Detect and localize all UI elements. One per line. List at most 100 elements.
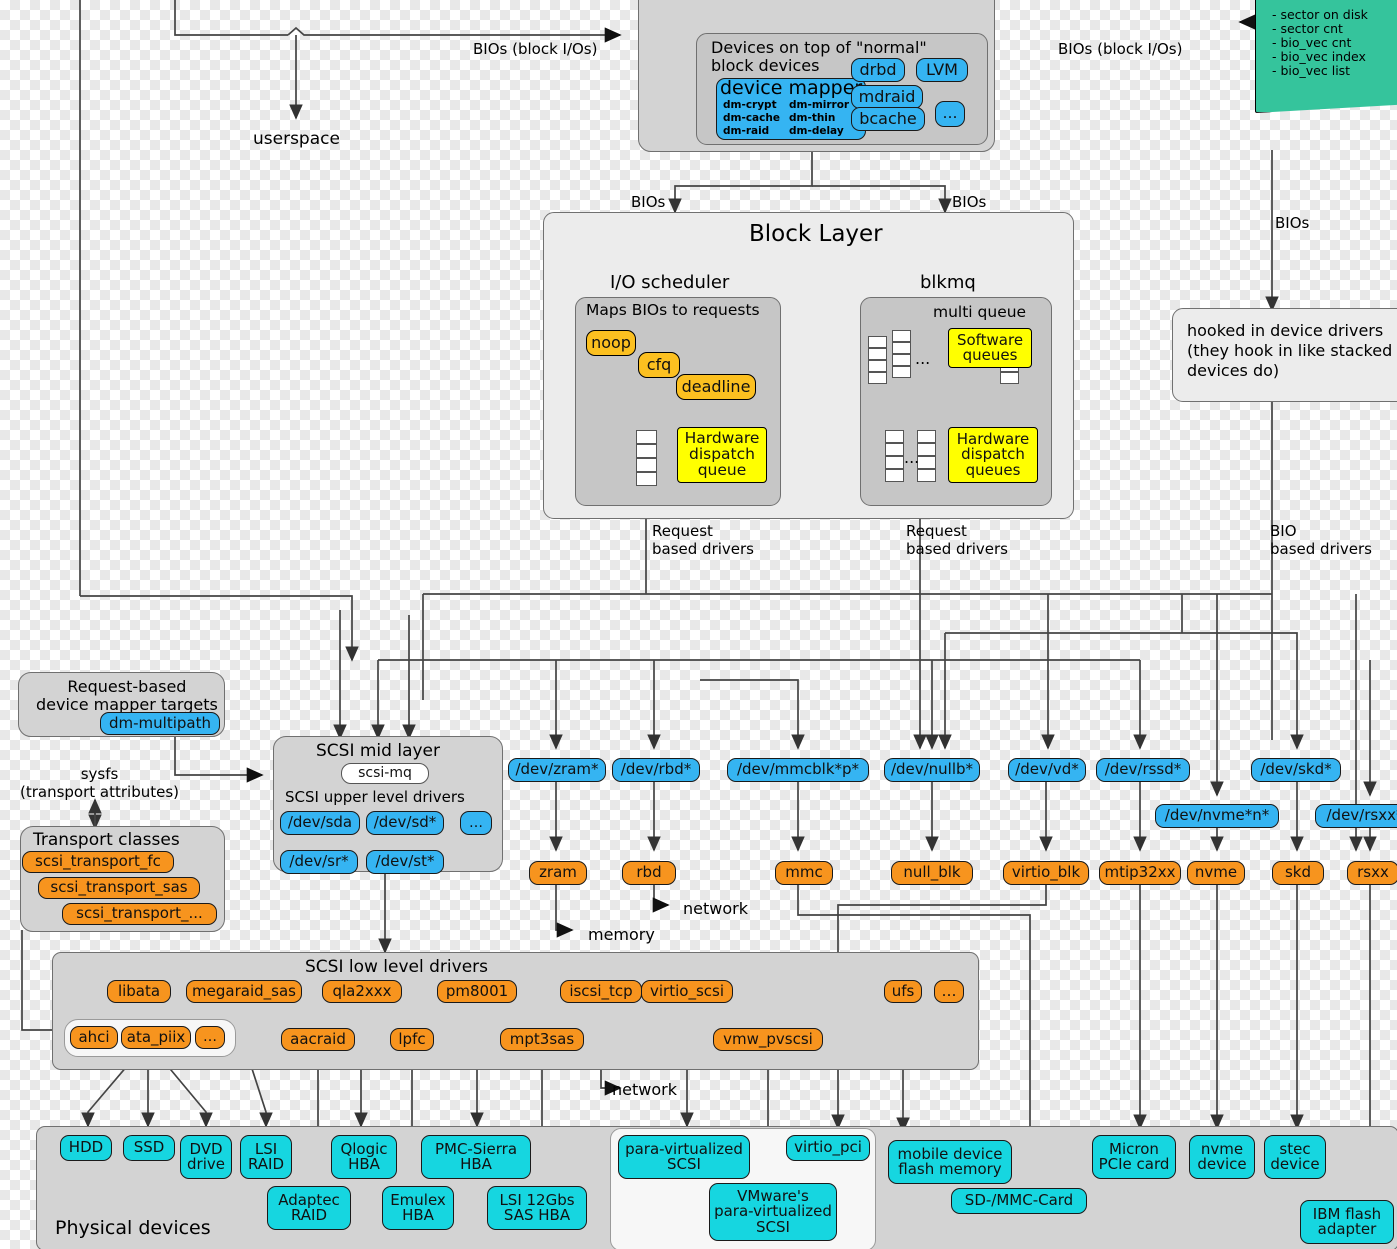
scsi-low-level-title: SCSI low level drivers <box>305 957 488 977</box>
sd-mmc-card-physical-device[interactable]: SD-/MMC-Card <box>951 1188 1087 1214</box>
rbd-driver-pill[interactable]: rbd <box>622 861 676 885</box>
network-label-1: network <box>683 899 748 918</box>
iscsi-tcp-driver-pill[interactable]: iscsi_tcp <box>560 980 642 1003</box>
zram-driver-pill[interactable]: zram <box>529 861 587 885</box>
qlogic-hba-physical-device[interactable]: Qlogic HBA <box>331 1135 397 1179</box>
ibm-flash-adapter-physical-device[interactable]: IBM flash adapter <box>1300 1200 1394 1244</box>
mtip32xx-driver-pill[interactable]: mtip32xx <box>1099 861 1181 885</box>
ufs-driver-pill[interactable]: ufs <box>884 980 922 1003</box>
queue-cell <box>885 469 904 482</box>
vmware-s-para-virtualized-scsi-physical-device[interactable]: VMware's para-virtualized SCSI <box>709 1183 837 1241</box>
para-virtualized-scsi-physical-device[interactable]: para-virtualized SCSI <box>618 1135 750 1179</box>
dev-rssd-device-node[interactable]: /dev/rssd* <box>1096 758 1190 782</box>
transport-classes-title: Transport classes <box>33 830 180 850</box>
cfq-scheduler[interactable]: cfq <box>638 352 680 378</box>
bcache-pill[interactable]: bcache <box>851 107 925 131</box>
mobile-device-flash-memory-physical-device[interactable]: mobile device flash memory <box>888 1140 1012 1184</box>
rsxx-driver-pill[interactable]: rsxx <box>1347 861 1397 885</box>
queue-cell <box>892 354 911 366</box>
more-devices-pill[interactable]: … <box>935 101 965 127</box>
lvm-pill[interactable]: LVM <box>916 58 968 82</box>
scsi-transport-fc-pill[interactable]: scsi_transport_fc <box>22 851 174 873</box>
lpfc-driver-pill[interactable]: lpfc <box>390 1028 434 1051</box>
sysfs-label: sysfs (transport attributes) <box>20 765 180 801</box>
dm-target-1: dm-mirror <box>789 99 850 111</box>
struct-bio-title: struct bio <box>1268 0 1344 2</box>
struct-bio-field-3: - bio_vec index <box>1272 49 1366 64</box>
pm8001-driver-pill[interactable]: pm8001 <box>437 980 517 1003</box>
dev-rbd-device-node[interactable]: /dev/rbd* <box>612 758 700 782</box>
lsi-raid-physical-device[interactable]: LSI RAID <box>240 1135 292 1179</box>
scsi-upper-more-pill[interactable]: … <box>460 811 492 835</box>
drbd-pill[interactable]: drbd <box>851 58 905 82</box>
qla2xxx-driver-pill[interactable]: qla2xxx <box>322 980 402 1003</box>
micron-pcie-card-physical-device[interactable]: Micron PCIe card <box>1092 1135 1176 1179</box>
dev-vd-device-node[interactable]: /dev/vd* <box>1008 758 1086 782</box>
dev-sda-pill[interactable]: /dev/sda <box>280 811 360 835</box>
bios-block-ios-left-label: BIOs (block I/Os) <box>473 40 598 58</box>
lsi-12gbs-sas-hba-physical-device[interactable]: LSI 12Gbs SAS HBA <box>487 1186 587 1230</box>
nvme-driver-pill[interactable]: nvme <box>1187 861 1245 885</box>
libata-more-pill[interactable]: … <box>195 1026 225 1049</box>
virtio-blk-driver-pill[interactable]: virtio_blk <box>1003 861 1089 885</box>
emulex-hba-physical-device[interactable]: Emulex HBA <box>382 1186 454 1230</box>
pmc-sierra-hba-physical-device[interactable]: PMC-Sierra HBA <box>421 1135 531 1179</box>
skd-driver-pill[interactable]: skd <box>1272 861 1324 885</box>
scsi-transport-sas-pill[interactable]: scsi_transport_sas <box>38 877 200 899</box>
dev-nvme-n-device-node[interactable]: /dev/nvme*n* <box>1155 804 1279 828</box>
adaptec-raid-physical-device[interactable]: Adaptec RAID <box>267 1186 351 1230</box>
sw-queues-ellipsis: ... <box>915 349 931 368</box>
stec-device-physical-device[interactable]: stec device <box>1264 1135 1326 1179</box>
aacraid-driver-pill[interactable]: aacraid <box>281 1028 355 1051</box>
device-mapper-title: device mapper <box>720 77 863 99</box>
bio-based-drivers-label: BIO based drivers <box>1270 522 1372 558</box>
block-layer-title: Block Layer <box>749 221 883 247</box>
dm-multipath-pill[interactable]: dm-multipath <box>100 712 220 735</box>
hdd-physical-device[interactable]: HDD <box>60 1135 112 1161</box>
megaraid-sas-driver-pill[interactable]: megaraid_sas <box>186 980 302 1003</box>
device-mapper-box[interactable]: device mapper dm-crypt dm-mirror dm-cach… <box>716 77 866 140</box>
item-driver-pill[interactable]: … <box>934 980 964 1003</box>
ata-piix-pill[interactable]: ata_piix <box>121 1026 191 1049</box>
memory-label: memory <box>588 925 655 944</box>
virtio-scsi-driver-pill[interactable]: virtio_scsi <box>641 980 733 1003</box>
ahci-pill[interactable]: ahci <box>70 1026 118 1049</box>
io-scheduler-subtitle: Maps BIOs to requests <box>586 301 760 319</box>
dev-mmcblk-p-device-node[interactable]: /dev/mmcblk*p* <box>727 758 869 782</box>
hw-queues-ellipsis: ... <box>904 448 920 467</box>
dm-targets-title: Request-based device mapper targets <box>36 677 218 715</box>
libata-driver-pill[interactable]: libata <box>107 980 171 1003</box>
scsi-transport-other-pill[interactable]: scsi_transport_... <box>62 903 217 925</box>
dev-sr-star-pill[interactable]: /dev/sr* <box>280 850 358 874</box>
queue-cell <box>1000 372 1019 384</box>
ssd-physical-device[interactable]: SSD <box>123 1135 175 1161</box>
queue-cell <box>892 366 911 378</box>
dev-nullb-device-node[interactable]: /dev/nullb* <box>884 758 980 782</box>
virtio-pci-physical-device[interactable]: virtio_pci <box>786 1135 870 1161</box>
dev-sd-star-pill[interactable]: /dev/sd* <box>366 811 444 835</box>
dev-zram-device-node[interactable]: /dev/zram* <box>508 758 606 782</box>
dm-target-3: dm-thin <box>789 112 836 124</box>
dev-rsxx-device-node[interactable]: /dev/rsxx* <box>1315 804 1397 828</box>
null-blk-driver-pill[interactable]: null_blk <box>891 861 973 885</box>
struct-bio-field-2: - bio_vec cnt <box>1272 35 1352 50</box>
dev-st-star-pill[interactable]: /dev/st* <box>366 850 444 874</box>
vmw-pvscsi-driver-pill[interactable]: vmw_pvscsi <box>713 1028 823 1051</box>
request-based-drivers-label-2: Request based drivers <box>906 522 1008 558</box>
deadline-scheduler[interactable]: deadline <box>676 374 756 400</box>
mpt3sas-driver-pill[interactable]: mpt3sas <box>500 1028 584 1051</box>
request-based-drivers-label-1: Request based drivers <box>652 522 754 558</box>
queue-cell <box>636 472 657 486</box>
queue-cell <box>868 372 887 384</box>
noop-scheduler[interactable]: noop <box>586 330 636 356</box>
dm-target-0: dm-crypt <box>723 99 777 111</box>
nvme-device-physical-device[interactable]: nvme device <box>1189 1135 1255 1179</box>
dev-skd-device-node[interactable]: /dev/skd* <box>1251 758 1341 782</box>
dvd-drive-physical-device[interactable]: DVD drive <box>180 1135 232 1179</box>
mmc-driver-pill[interactable]: mmc <box>775 861 833 885</box>
scsi-mq-pill[interactable]: scsi-mq <box>341 763 429 784</box>
queue-cell <box>636 458 657 472</box>
mdraid-pill[interactable]: mdraid <box>851 85 923 109</box>
queue-cell <box>636 430 657 444</box>
hardware-dispatch-queues-label: Hardware dispatch queues <box>948 427 1038 483</box>
